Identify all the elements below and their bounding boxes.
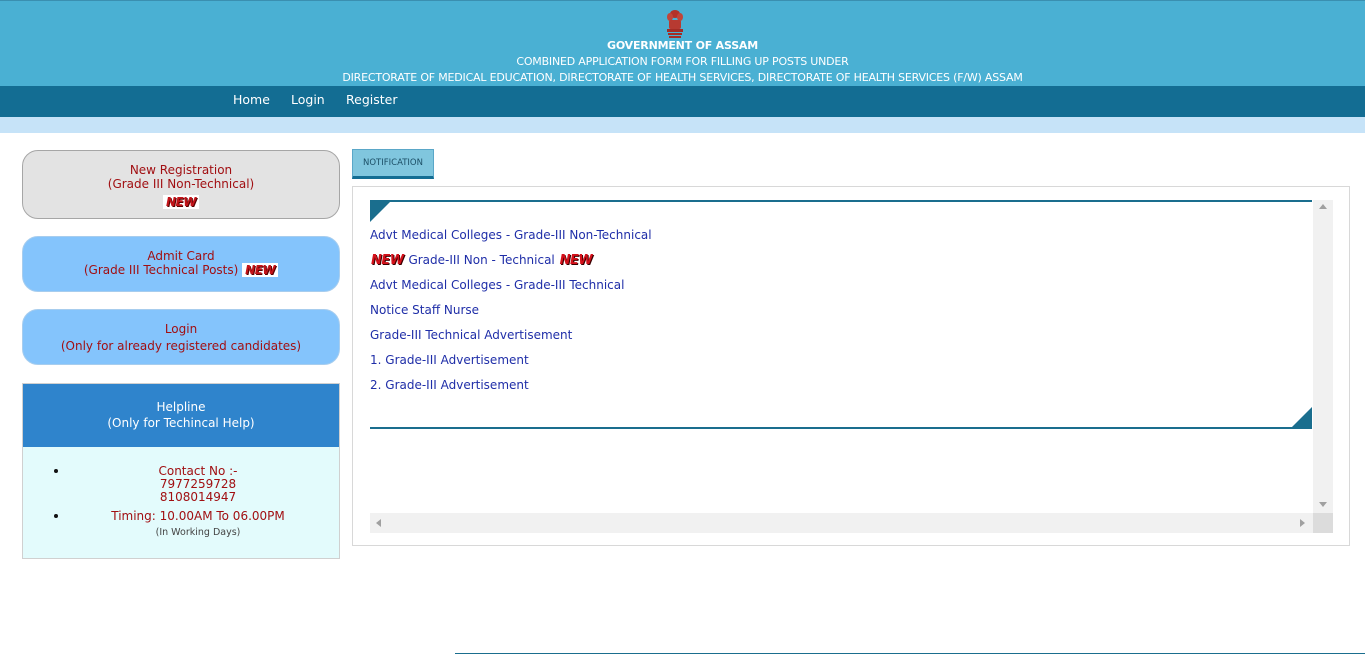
notice-link-text: Grade-III Non - Technical xyxy=(408,253,555,267)
admit-card-button[interactable]: Admit Card (Grade III Technical Posts) N… xyxy=(22,236,340,292)
helpline-panel: Helpline (Only for Techincal Help) Conta… xyxy=(22,383,340,559)
horizontal-scrollbar[interactable] xyxy=(370,513,1313,533)
notice-link-text: Grade-III Technical Advertisement xyxy=(370,328,573,342)
vertical-scrollbar[interactable] xyxy=(1313,200,1333,513)
login-label: Login xyxy=(164,322,198,336)
scroll-up-arrow-icon[interactable] xyxy=(1319,204,1327,209)
corner-decoration-icon xyxy=(370,202,390,222)
notice-link[interactable]: 2. Grade-III Advertisement xyxy=(370,378,529,392)
helpline-body: Contact No :- 7977259728 8108014947 Timi… xyxy=(23,447,339,559)
scrollbar-corner xyxy=(1313,513,1333,533)
scroll-right-arrow-icon[interactable] xyxy=(1300,519,1305,527)
login-sublabel: (Only for already registered candidates) xyxy=(60,339,302,353)
new-registration-sublabel: (Grade III Non-Technical) xyxy=(107,177,255,191)
main-navbar: Home Login Register xyxy=(0,86,1365,117)
new-badge: NEW xyxy=(371,253,404,268)
header-strip xyxy=(0,117,1365,133)
timing-note: (In Working Days) xyxy=(155,527,241,538)
notice-link-text: Notice Staff Nurse xyxy=(370,303,480,317)
nav-home-link[interactable]: Home xyxy=(233,92,270,107)
bullet-icon xyxy=(54,469,58,473)
new-registration-button[interactable]: New Registration (Grade III Non-Technica… xyxy=(22,150,340,219)
scroll-down-arrow-icon[interactable] xyxy=(1319,502,1327,507)
notice-link[interactable]: Advt Medical Colleges - Grade-III Non-Te… xyxy=(370,228,652,242)
header-subtitle-line1: COMBINED APPLICATION FORM FOR FILLING UP… xyxy=(516,55,849,68)
notice-link[interactable]: Advt Medical Colleges - Grade-III Techni… xyxy=(370,278,624,292)
header-title: GOVERNMENT OF ASSAM xyxy=(606,39,758,52)
notice-link[interactable]: Notice Staff Nurse xyxy=(370,303,479,317)
new-registration-label: New Registration xyxy=(129,163,233,177)
admit-card-sublabel: (Grade III Technical Posts) xyxy=(83,263,239,277)
site-header: GOVERNMENT OF ASSAM COMBINED APPLICATION… xyxy=(0,0,1365,86)
login-button[interactable]: Login (Only for already registered candi… xyxy=(22,309,340,365)
helpline-header: Helpline (Only for Techincal Help) xyxy=(23,384,339,447)
notification-panel: Advt Medical Colleges - Grade-III Non-Te… xyxy=(352,186,1350,546)
helpline-title: Helpline xyxy=(156,400,206,414)
helpline-subtitle: (Only for Techincal Help) xyxy=(107,416,255,430)
bullet-icon xyxy=(54,514,58,518)
state-emblem-icon xyxy=(667,10,683,38)
timing-text: Timing: 10.00AM To 06.00PM xyxy=(111,509,285,523)
notification-scroll-area: Advt Medical Colleges - Grade-III Non-Te… xyxy=(370,200,1333,533)
header-subtitle-line2: DIRECTORATE OF MEDICAL EDUCATION, DIRECT… xyxy=(342,71,1023,84)
nav-login-link[interactable]: Login xyxy=(291,92,325,107)
footer-divider xyxy=(455,653,1365,654)
corner-decoration-icon xyxy=(1292,407,1312,427)
notice-link[interactable]: NEW Grade-III Non - Technical NEW xyxy=(370,253,593,268)
new-badge: NEW xyxy=(242,263,279,277)
contact-phone-2: 8108014947 xyxy=(159,490,237,504)
admit-card-label: Admit Card xyxy=(147,249,215,263)
notice-link[interactable]: Grade-III Technical Advertisement xyxy=(370,328,572,342)
notification-list: Advt Medical Colleges - Grade-III Non-Te… xyxy=(370,200,1312,429)
notice-link-text: Advt Medical Colleges - Grade-III Techni… xyxy=(370,278,625,292)
notice-link-text: Advt Medical Colleges - Grade-III Non-Te… xyxy=(370,228,652,242)
new-badge: NEW xyxy=(163,195,199,209)
nav-register-link[interactable]: Register xyxy=(346,92,397,107)
notice-link[interactable]: 1. Grade-III Advertisement xyxy=(370,353,529,367)
new-badge: NEW xyxy=(559,253,593,268)
notice-link-text: 2. Grade-III Advertisement xyxy=(370,378,529,392)
scroll-left-arrow-icon[interactable] xyxy=(376,519,381,527)
notice-link-text: 1. Grade-III Advertisement xyxy=(370,353,529,367)
tab-notification[interactable]: NOTIFICATION xyxy=(352,149,434,179)
